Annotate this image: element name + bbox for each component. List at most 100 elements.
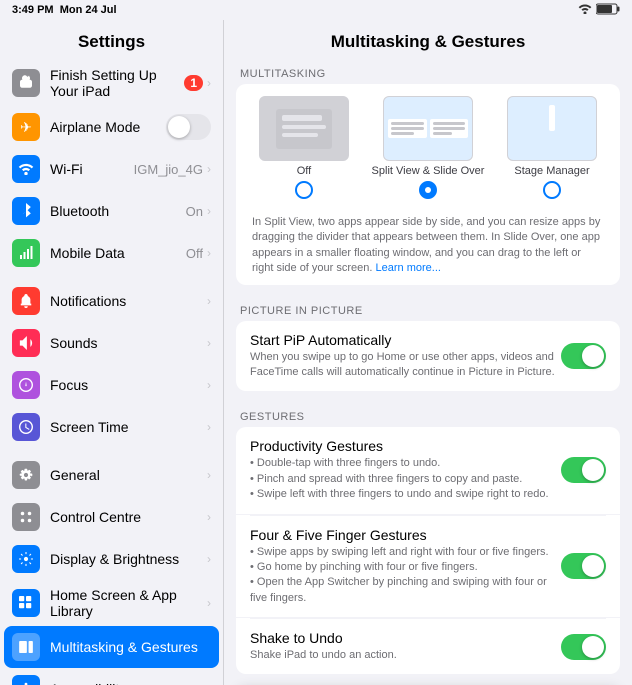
home-screen-icon	[12, 589, 40, 617]
sidebar-item-bluetooth[interactable]: Bluetooth On ›	[0, 190, 223, 232]
pip-row[interactable]: Start PiP Automatically When you swipe u…	[236, 321, 620, 392]
mobile-data-chevron: ›	[207, 246, 211, 260]
control-centre-icon	[12, 503, 40, 531]
four-five-desc: • Swipe apps by swiping left and right w…	[250, 545, 561, 607]
multitask-preview-stage	[507, 96, 597, 161]
shake-desc: Shake iPad to undo an action.	[250, 648, 561, 663]
bluetooth-chevron: ›	[207, 204, 211, 218]
sidebar-accessibility-label: Accessibility	[50, 681, 203, 685]
notifications-icon	[12, 287, 40, 315]
shake-title: Shake to Undo	[250, 630, 561, 646]
wifi-icon	[578, 4, 592, 17]
sidebar-item-screen-time[interactable]: Screen Time ›	[0, 406, 223, 448]
shake-toggle[interactable]	[561, 634, 606, 660]
multitasking-section-label: MULTITASKING	[224, 60, 632, 84]
multitask-option-split[interactable]: Split View & Slide Over	[368, 96, 488, 207]
sidebar-general-label: General	[50, 467, 203, 483]
sidebar-wifi-label: Wi-Fi	[50, 161, 134, 177]
sidebar-item-airplane-mode[interactable]: ✈ Airplane Mode	[0, 106, 223, 148]
multitask-stage-label: Stage Manager	[514, 165, 589, 177]
four-five-title: Four & Five Finger Gestures	[250, 527, 561, 543]
bluetooth-icon	[12, 197, 40, 225]
notifications-chevron: ›	[207, 294, 211, 308]
multitasking-icon	[12, 633, 40, 661]
display-icon	[12, 545, 40, 573]
sidebar-item-display[interactable]: Display & Brightness ›	[0, 538, 223, 580]
home-screen-chevron: ›	[207, 596, 211, 610]
sidebar-control-centre-label: Control Centre	[50, 509, 203, 525]
status-bar: 3:49 PM Mon 24 Jul	[0, 0, 632, 20]
multitask-preview-off	[259, 96, 349, 161]
multitask-option-stage[interactable]: Stage Manager	[492, 96, 612, 207]
multitask-split-label: Split View & Slide Over	[372, 165, 485, 177]
app-container: Settings Finish Setting Up Your iPad 1 ›…	[0, 20, 632, 685]
sidebar-item-focus[interactable]: Focus ›	[0, 364, 223, 406]
screen-time-chevron: ›	[207, 420, 211, 434]
sidebar-item-accessibility[interactable]: Accessibility ›	[0, 668, 223, 685]
general-chevron: ›	[207, 468, 211, 482]
sounds-icon	[12, 329, 40, 357]
sidebar-item-home-screen[interactable]: Home Screen & App Library ›	[0, 580, 223, 626]
multitask-options-row: Off	[236, 84, 620, 211]
sidebar-item-control-centre[interactable]: Control Centre ›	[0, 496, 223, 538]
gestures-card: Productivity Gestures • Double-tap with …	[236, 427, 620, 674]
sidebar-mobile-data-label: Mobile Data	[50, 245, 186, 261]
content-title: Multitasking & Gestures	[224, 20, 632, 60]
sidebar-item-mobile-data[interactable]: Mobile Data Off ›	[0, 232, 223, 274]
wifi-value: IGM_jio_4G	[134, 162, 203, 177]
sidebar-display-label: Display & Brightness	[50, 551, 203, 567]
pip-toggle[interactable]	[561, 343, 606, 369]
shake-undo-row[interactable]: Shake to Undo Shake iPad to undo an acti…	[236, 619, 620, 674]
multitask-option-off[interactable]: Off	[244, 96, 364, 207]
status-time: 3:49 PM Mon 24 Jul	[12, 4, 117, 16]
sidebar: Settings Finish Setting Up Your iPad 1 ›…	[0, 20, 224, 685]
four-five-finger-row[interactable]: Four & Five Finger Gestures • Swipe apps…	[236, 516, 620, 619]
general-icon	[12, 461, 40, 489]
sidebar-item-multitasking[interactable]: Multitasking & Gestures	[4, 626, 219, 668]
productivity-title: Productivity Gestures	[250, 438, 561, 454]
airplane-toggle[interactable]	[166, 114, 211, 140]
sounds-chevron: ›	[207, 336, 211, 350]
sidebar-focus-label: Focus	[50, 377, 203, 393]
learn-more-link[interactable]: Learn more...	[376, 262, 441, 274]
pip-content: Start PiP Automatically When you swipe u…	[250, 332, 561, 381]
sidebar-item-sounds[interactable]: Sounds ›	[0, 322, 223, 364]
pip-desc: When you swipe up to go Home or use othe…	[250, 350, 561, 381]
multitask-preview-split	[383, 96, 473, 161]
productivity-gestures-row[interactable]: Productivity Gestures • Double-tap with …	[236, 427, 620, 514]
sidebar-sounds-label: Sounds	[50, 335, 203, 351]
multitask-description: In Split View, two apps appear side by s…	[236, 211, 620, 285]
sidebar-multitasking-label: Multitasking & Gestures	[50, 639, 211, 655]
productivity-toggle[interactable]	[561, 457, 606, 483]
focus-chevron: ›	[207, 378, 211, 392]
sidebar-bluetooth-label: Bluetooth	[50, 203, 186, 219]
focus-icon	[12, 371, 40, 399]
sidebar-item-wifi[interactable]: Wi-Fi IGM_jio_4G ›	[0, 148, 223, 190]
control-centre-chevron: ›	[207, 510, 211, 524]
screen-time-icon	[12, 413, 40, 441]
status-icons	[578, 3, 620, 18]
multitask-split-radio[interactable]	[419, 181, 437, 199]
four-five-toggle[interactable]	[561, 553, 606, 579]
sidebar-airplane-label: Airplane Mode	[50, 119, 166, 135]
sidebar-notifications-label: Notifications	[50, 293, 203, 309]
sidebar-item-finish-setup[interactable]: Finish Setting Up Your iPad 1 ›	[0, 60, 223, 106]
airplane-icon: ✈	[12, 113, 40, 141]
sidebar-screen-time-label: Screen Time	[50, 419, 203, 435]
gestures-section-label: GESTURES	[224, 403, 632, 427]
mobile-data-icon	[12, 239, 40, 267]
sidebar-title: Settings	[0, 20, 223, 60]
multitask-off-radio[interactable]	[295, 181, 313, 199]
sidebar-item-general[interactable]: General ›	[0, 454, 223, 496]
sidebar-finish-setup-label: Finish Setting Up Your iPad	[50, 67, 184, 99]
finish-setup-badge: 1	[184, 75, 203, 91]
sidebar-item-notifications[interactable]: Notifications ›	[0, 280, 223, 322]
apple-icon	[12, 69, 40, 97]
pip-card: Start PiP Automatically When you swipe u…	[236, 321, 620, 392]
multitasking-options-card: Off	[236, 84, 620, 285]
productivity-desc: • Double-tap with three fingers to undo.…	[250, 456, 561, 502]
display-chevron: ›	[207, 552, 211, 566]
sidebar-home-screen-label: Home Screen & App Library	[50, 587, 203, 619]
multitask-stage-radio[interactable]	[543, 181, 561, 199]
finish-setup-chevron: ›	[207, 76, 211, 90]
